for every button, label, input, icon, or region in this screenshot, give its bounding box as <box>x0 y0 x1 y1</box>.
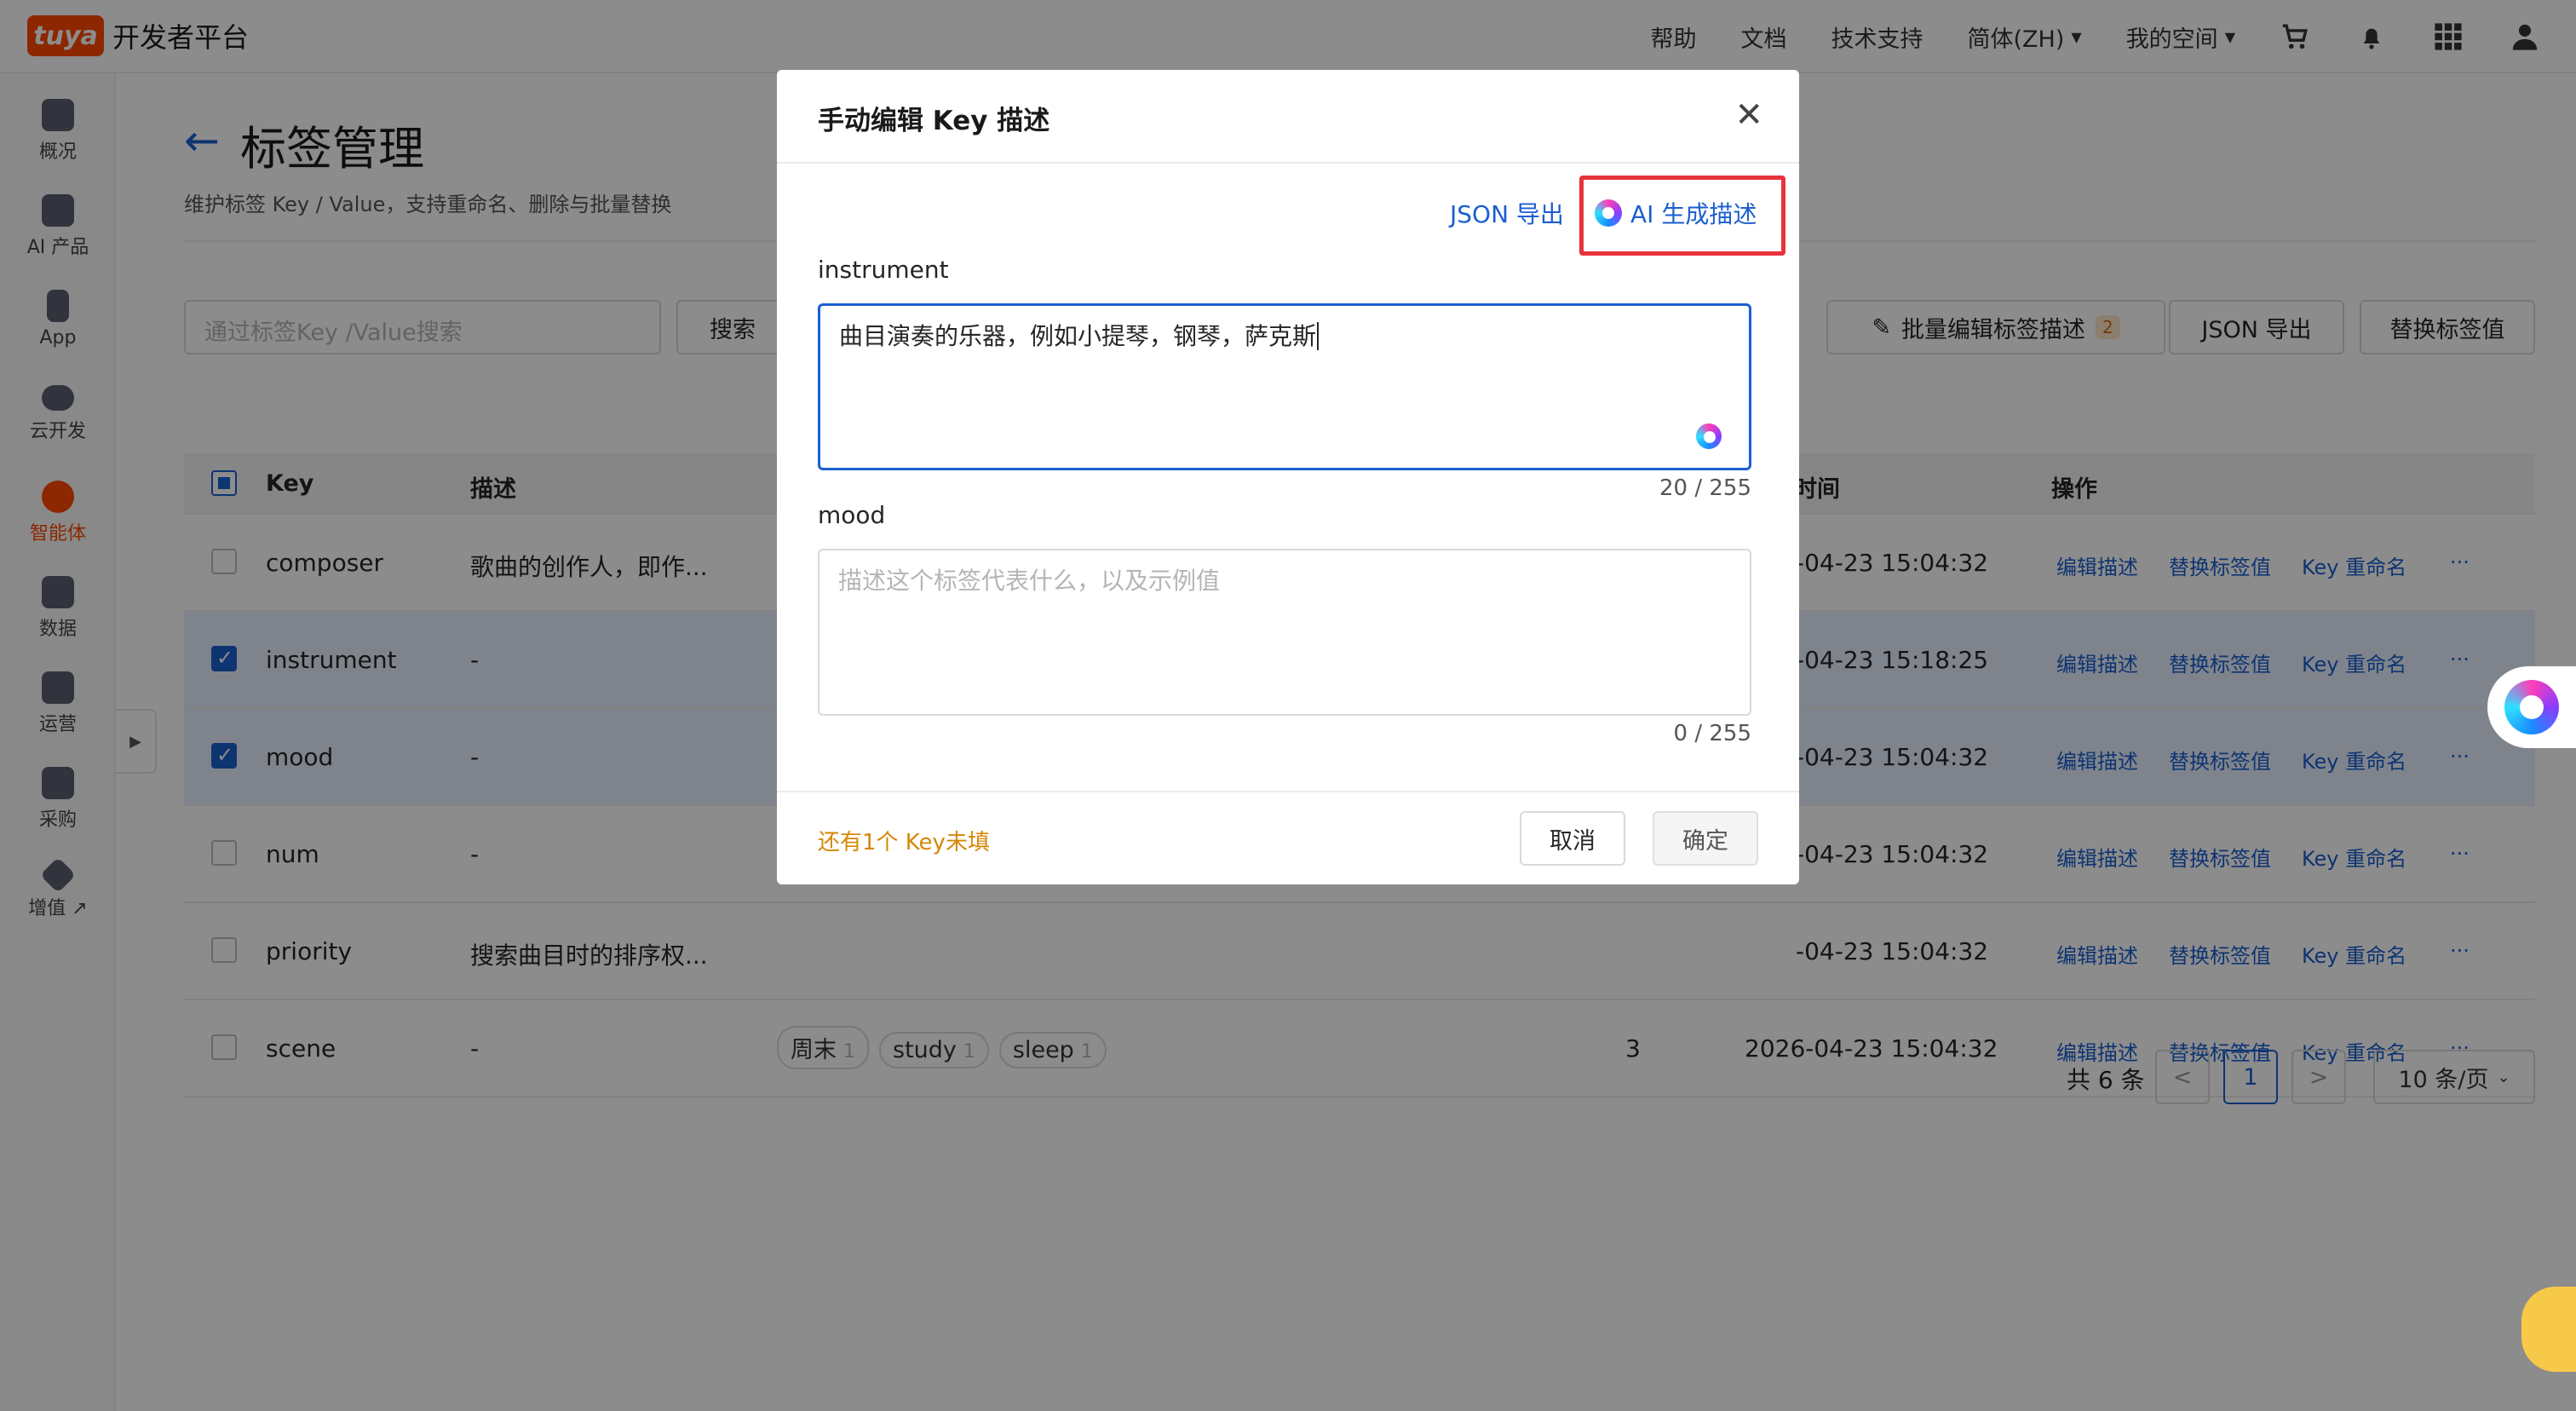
mood-description-textarea[interactable]: 描述这个标签代表什么，以及示例值 <box>818 549 1751 716</box>
highlight-annotation-box <box>1579 176 1785 256</box>
char-counter: 20 / 255 <box>1659 475 1751 501</box>
floating-ai-assistant[interactable] <box>2487 666 2576 748</box>
field-label-instrument: instrument <box>818 256 949 284</box>
char-counter: 0 / 255 <box>1673 721 1751 746</box>
textarea-value: 曲目演奏的乐器，例如小提琴，钢琴，萨克斯 <box>839 322 1317 350</box>
instrument-description-textarea[interactable]: 曲目演奏的乐器，例如小提琴，钢琴，萨克斯 <box>818 303 1751 470</box>
dialog-header: 手动编辑 Key 描述 ✕ <box>777 70 1799 164</box>
dialog-footer: 还有1个 Key未填 取消 确定 <box>777 791 1799 884</box>
json-export-link[interactable]: JSON 导出 <box>1450 196 1564 230</box>
close-icon[interactable]: ✕ <box>1734 95 1763 135</box>
field-label-mood: mood <box>818 501 886 529</box>
dialog-title: 手动编辑 Key 描述 <box>818 106 1050 136</box>
mascot-icon[interactable] <box>2521 1287 2576 1372</box>
cancel-button[interactable]: 取消 <box>1520 811 1625 866</box>
confirm-button[interactable]: 确定 <box>1653 811 1758 866</box>
unfilled-key-warning: 还有1个 Key未填 <box>818 830 990 855</box>
ai-icon[interactable] <box>1696 423 1722 449</box>
ai-assistant-icon <box>2504 680 2559 734</box>
